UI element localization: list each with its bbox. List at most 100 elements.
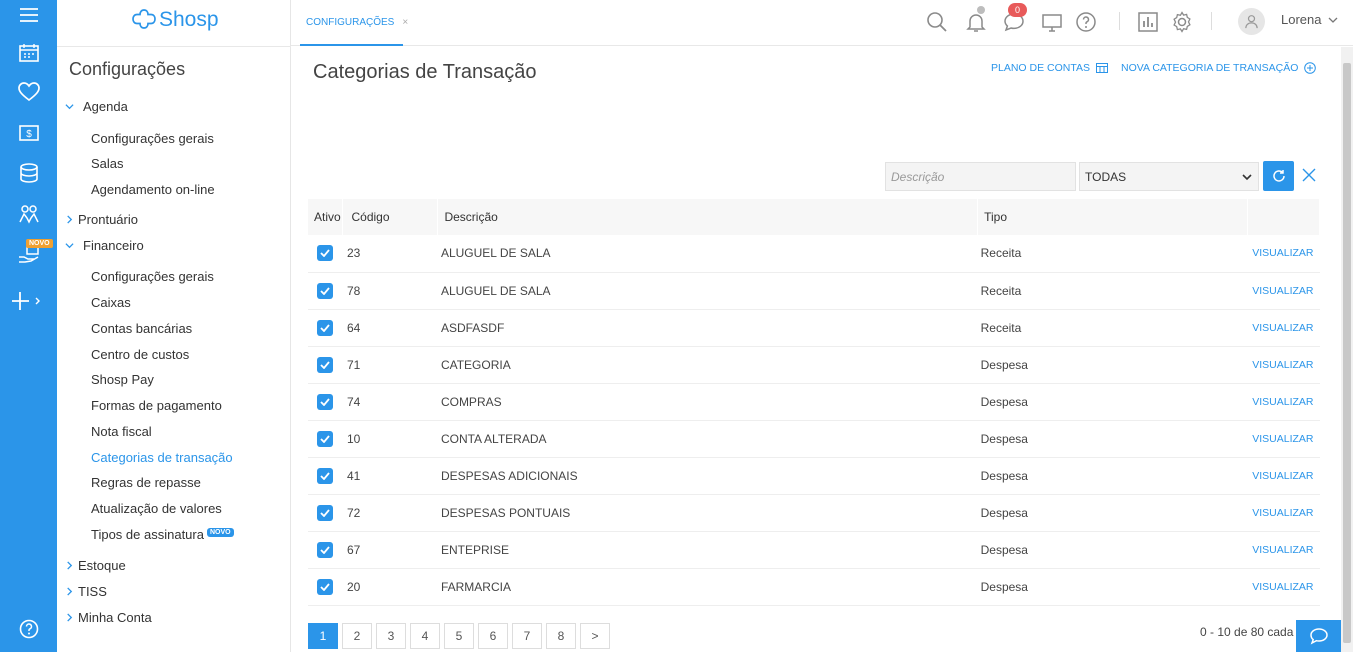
tab-configuracoes[interactable]: CONFIGURAÇÕES × bbox=[300, 0, 408, 46]
active-checkbox[interactable] bbox=[317, 430, 333, 447]
visualizar-link[interactable]: VISUALIZAR bbox=[1247, 309, 1319, 346]
visualizar-link[interactable]: VISUALIZAR bbox=[1247, 235, 1319, 272]
column-header-codigo[interactable]: Código bbox=[342, 199, 439, 235]
visualizar-link[interactable]: VISUALIZAR bbox=[1247, 383, 1319, 420]
code-cell: 10 bbox=[346, 431, 361, 446]
visualizar-link[interactable]: VISUALIZAR bbox=[1247, 568, 1319, 605]
tab-close-icon[interactable]: × bbox=[402, 17, 408, 28]
scrollbar-thumb[interactable] bbox=[1343, 63, 1351, 643]
chevron-right-icon[interactable] bbox=[65, 587, 74, 596]
checkmark-icon bbox=[320, 323, 330, 332]
chevron-down-icon[interactable] bbox=[1328, 15, 1338, 25]
page-button-2[interactable]: 2 bbox=[342, 623, 372, 649]
page-button-3[interactable]: 3 bbox=[376, 623, 406, 649]
active-checkbox[interactable] bbox=[317, 541, 333, 558]
sidebar-item-shosp-pay[interactable]: Shosp Pay bbox=[91, 372, 154, 387]
visualizar-link[interactable]: VISUALIZAR bbox=[1247, 457, 1319, 494]
next-page-button[interactable]: > bbox=[580, 623, 610, 649]
page-button-7[interactable]: 7 bbox=[512, 623, 542, 649]
chevron-right-icon[interactable] bbox=[65, 215, 74, 224]
description-cell: CONTA ALTERADA bbox=[440, 431, 547, 446]
page-scrollbar[interactable] bbox=[1341, 47, 1353, 652]
column-header-descricao[interactable]: Descrição bbox=[437, 199, 979, 235]
reports-chart-icon[interactable] bbox=[1136, 10, 1160, 34]
sidebar-group-minha-conta[interactable]: Minha Conta bbox=[78, 610, 152, 625]
help-icon[interactable] bbox=[0, 614, 57, 644]
help-circle-icon[interactable] bbox=[1074, 10, 1098, 34]
page-button-6[interactable]: 6 bbox=[478, 623, 508, 649]
column-header-ativo[interactable]: Ativo bbox=[308, 199, 344, 235]
chevron-right-icon[interactable] bbox=[65, 613, 74, 622]
description-cell: DESPESAS ADICIONAIS bbox=[440, 468, 578, 483]
sidebar-group-financeiro[interactable]: Financeiro bbox=[83, 238, 144, 253]
chevron-down-icon[interactable] bbox=[65, 241, 74, 250]
sidebar-item-nota-fiscal[interactable]: Nota fiscal bbox=[91, 424, 152, 439]
monitor-icon[interactable] bbox=[1040, 10, 1064, 34]
chevron-down-icon[interactable] bbox=[65, 102, 74, 111]
active-checkbox[interactable] bbox=[317, 578, 333, 595]
chevron-right-icon[interactable] bbox=[65, 561, 74, 570]
visualizar-link[interactable]: VISUALIZAR bbox=[1247, 494, 1319, 531]
bell-icon[interactable] bbox=[964, 10, 988, 34]
page-button-1[interactable]: 1 bbox=[308, 623, 338, 649]
table-header-row: Ativo Código Descrição Tipo bbox=[308, 199, 1321, 235]
money-icon[interactable]: $ bbox=[0, 118, 57, 148]
messages-count-badge: 0 bbox=[1008, 3, 1027, 17]
calendar-icon[interactable] bbox=[0, 38, 57, 68]
shosp-logo[interactable]: Shosp bbox=[132, 6, 219, 34]
user-name[interactable]: Lorena bbox=[1281, 12, 1321, 27]
sidebar-item-agendamento-online[interactable]: Agendamento on-line bbox=[91, 182, 215, 197]
refresh-button[interactable] bbox=[1263, 161, 1294, 191]
active-checkbox[interactable] bbox=[317, 245, 333, 262]
sidebar-group-agenda[interactable]: Agenda bbox=[83, 99, 128, 114]
sidebar-group-estoque[interactable]: Estoque bbox=[78, 558, 126, 573]
sidebar-item-tipos-de-assinatura[interactable]: Tipos de assinatura NOVO bbox=[91, 527, 234, 542]
sidebar-item-salas[interactable]: Salas bbox=[91, 156, 124, 171]
sidebar-item-centro-de-custos[interactable]: Centro de custos bbox=[91, 347, 189, 362]
sidebar-item-categorias-de-transacao[interactable]: Categorias de transação bbox=[91, 450, 233, 465]
plus-icon[interactable] bbox=[0, 286, 57, 316]
visualizar-link[interactable]: VISUALIZAR bbox=[1247, 272, 1319, 309]
sidebar-item-financeiro-configuracoes-gerais[interactable]: Configurações gerais bbox=[91, 269, 214, 284]
avatar[interactable] bbox=[1238, 8, 1265, 35]
type-cell: Despesa bbox=[980, 579, 1028, 594]
page-button-4[interactable]: 4 bbox=[410, 623, 440, 649]
gear-icon[interactable] bbox=[1170, 10, 1194, 34]
active-checkbox[interactable] bbox=[317, 393, 333, 410]
add-circle-icon bbox=[1304, 62, 1317, 74]
sidebar-item-agenda-configuracoes-gerais[interactable]: Configurações gerais bbox=[91, 131, 214, 146]
active-checkbox[interactable] bbox=[317, 467, 333, 484]
database-icon[interactable] bbox=[0, 158, 57, 188]
sidebar-item-regras-de-repasse[interactable]: Regras de repasse bbox=[91, 475, 201, 490]
table-row: 74 COMPRAS Despesa VISUALIZAR bbox=[308, 383, 1320, 420]
heart-icon[interactable] bbox=[0, 77, 57, 107]
sidebar-item-contas-bancarias[interactable]: Contas bancárias bbox=[91, 321, 192, 336]
visualizar-link[interactable]: VISUALIZAR bbox=[1247, 420, 1319, 457]
sidebar-group-tiss[interactable]: TISS bbox=[78, 584, 107, 599]
active-checkbox[interactable] bbox=[317, 282, 333, 299]
sidebar-item-caixas[interactable]: Caixas bbox=[91, 295, 131, 310]
visualizar-link[interactable]: VISUALIZAR bbox=[1247, 346, 1319, 383]
menu-icon[interactable] bbox=[0, 0, 57, 30]
people-icon[interactable] bbox=[0, 199, 57, 229]
active-checkbox[interactable] bbox=[317, 319, 333, 336]
type-filter-select[interactable]: TODAS bbox=[1079, 162, 1259, 191]
chat-support-button[interactable] bbox=[1296, 620, 1341, 652]
column-header-tipo[interactable]: Tipo bbox=[977, 199, 1248, 235]
active-checkbox[interactable] bbox=[317, 356, 333, 373]
sidebar-item-formas-de-pagamento[interactable]: Formas de pagamento bbox=[91, 398, 222, 413]
active-checkbox[interactable] bbox=[317, 504, 333, 521]
page-button-8[interactable]: 8 bbox=[546, 623, 576, 649]
plano-de-contas-link[interactable]: PLANO DE CONTAS bbox=[991, 62, 1108, 74]
description-filter-input[interactable] bbox=[885, 162, 1076, 191]
search-icon[interactable] bbox=[925, 10, 949, 34]
table-row: 71 CATEGORIA Despesa VISUALIZAR bbox=[308, 346, 1320, 383]
sidebar-group-prontuario[interactable]: Prontuário bbox=[78, 212, 138, 227]
sidebar-item-atualizacao-de-valores[interactable]: Atualização de valores bbox=[91, 501, 222, 516]
visualizar-link[interactable]: VISUALIZAR bbox=[1247, 531, 1319, 568]
type-cell: Receita bbox=[980, 320, 1022, 335]
clear-filter-icon[interactable] bbox=[1302, 168, 1316, 182]
page-button-5[interactable]: 5 bbox=[444, 623, 474, 649]
nova-categoria-link[interactable]: NOVA CATEGORIA DE TRANSAÇÃO bbox=[1121, 62, 1317, 74]
active-cell bbox=[308, 420, 343, 457]
